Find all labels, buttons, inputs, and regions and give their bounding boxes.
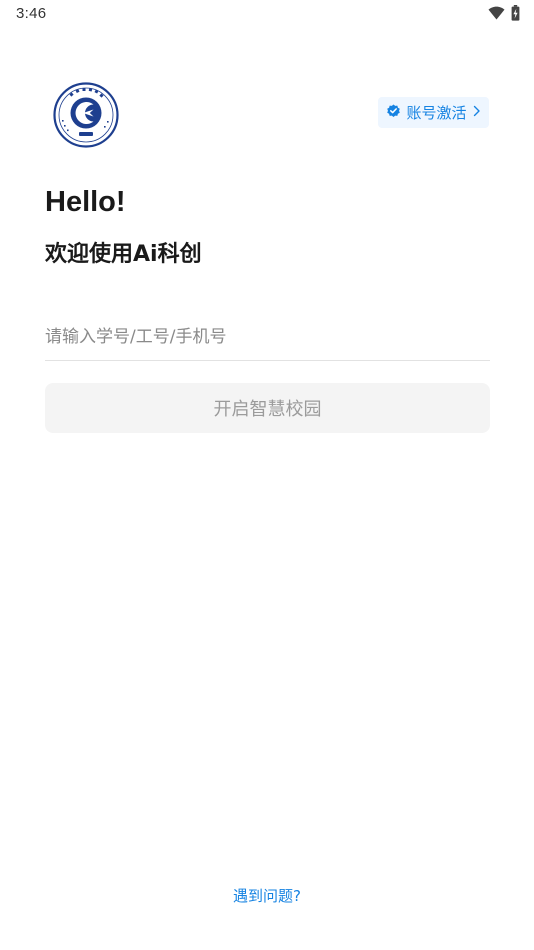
greeting-title: Hello! bbox=[45, 186, 126, 218]
status-time: 3:46 bbox=[16, 5, 47, 22]
battery-charging-icon bbox=[511, 5, 520, 26]
school-emblem-icon bbox=[53, 82, 119, 148]
greeting-subtitle: 欢迎使用Ai科创 bbox=[45, 242, 202, 267]
status-bar: 3:46 bbox=[0, 0, 534, 28]
open-campus-button[interactable]: 开启智慧校园 bbox=[45, 383, 490, 433]
account-field bbox=[45, 318, 490, 361]
account-activate-label: 账号激活 bbox=[406, 104, 467, 122]
help-link[interactable]: 遇到问题? bbox=[0, 885, 534, 906]
wifi-icon bbox=[488, 6, 505, 25]
verified-badge-icon bbox=[386, 103, 401, 123]
school-logo bbox=[53, 82, 119, 148]
status-icons bbox=[488, 5, 520, 26]
account-input[interactable] bbox=[45, 318, 490, 356]
account-activate-button[interactable]: 账号激活 bbox=[378, 97, 489, 128]
chevron-right-icon bbox=[472, 104, 481, 122]
